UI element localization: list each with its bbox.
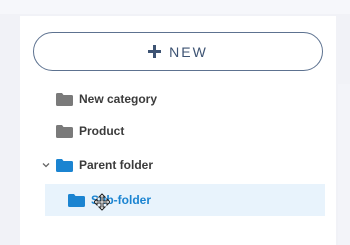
tree-item-sub-folder[interactable]: Sub-folder xyxy=(45,184,325,216)
tree-item-label: New category xyxy=(79,92,158,106)
tree-item-label: Product xyxy=(79,124,125,138)
folder-icon xyxy=(56,124,73,138)
folder-panel: NEW New category Product Parent folder S… xyxy=(20,16,336,245)
plus-icon xyxy=(148,45,162,58)
folder-icon xyxy=(56,158,73,172)
move-cursor-icon xyxy=(94,193,110,211)
tree-item-label: Parent folder xyxy=(79,158,154,172)
right-panel-edge xyxy=(338,84,350,245)
chevron-down-icon[interactable] xyxy=(42,161,50,169)
tree-item-product[interactable]: Product xyxy=(20,115,325,147)
top-bar xyxy=(0,0,350,14)
new-button[interactable]: NEW xyxy=(33,32,323,71)
folder-icon xyxy=(68,193,85,207)
folder-icon xyxy=(56,92,73,106)
tree-item-new-category[interactable]: New category xyxy=(20,83,325,115)
tree-item-parent-folder[interactable]: Parent folder xyxy=(20,149,325,181)
new-button-label: NEW xyxy=(169,43,208,60)
